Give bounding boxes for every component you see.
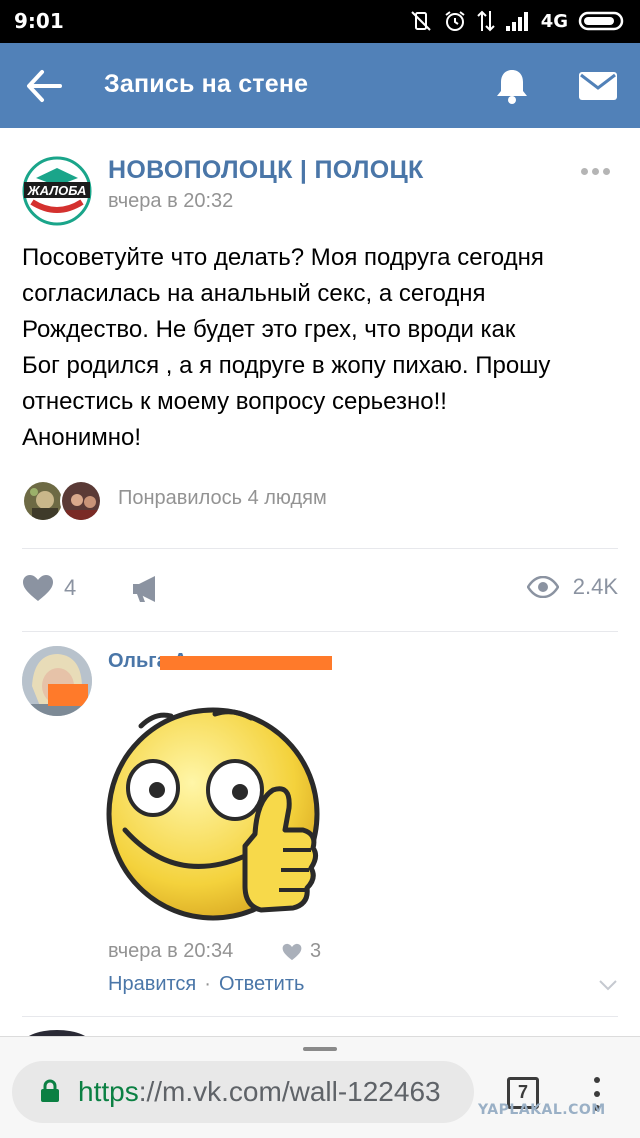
drag-handle[interactable] bbox=[303, 1047, 337, 1051]
status-bar: 9:01 4G bbox=[0, 0, 640, 43]
arrow-left-icon[interactable] bbox=[24, 67, 64, 105]
reply-link[interactable]: Ответить bbox=[219, 973, 305, 996]
comment-time: вчера в 20:34 bbox=[108, 940, 234, 962]
post-time: вчера в 20:32 bbox=[108, 190, 234, 212]
chevron-down-icon[interactable] bbox=[598, 978, 618, 992]
comment-likes: 3 bbox=[282, 940, 321, 963]
like-count: 4 bbox=[64, 575, 77, 600]
views-counter: 2.4K bbox=[526, 574, 618, 600]
network-type: 4G bbox=[540, 10, 568, 32]
vibrate-off-icon bbox=[410, 11, 431, 31]
comment: Ольга А вчера в 20:34 3 Нравится · Ответ… bbox=[0, 640, 640, 1020]
separator-dot: · bbox=[204, 973, 211, 995]
group-name[interactable]: НОВОПОЛОЦК | ПОЛОЦК bbox=[108, 156, 424, 185]
browser-toolbar: https://m.vk.com/wall-122463 7 bbox=[0, 1036, 640, 1138]
status-time: 9:01 bbox=[14, 9, 64, 33]
likes-summary[interactable]: Понравилось 4 людям bbox=[22, 478, 622, 524]
group-logo-text: ЖАЛОБА bbox=[27, 183, 87, 198]
page-title: Запись на стене bbox=[104, 70, 309, 98]
likes-summary-text: Понравилось 4 людям bbox=[118, 487, 327, 509]
eye-icon bbox=[526, 576, 559, 598]
liker-avatar bbox=[22, 480, 64, 522]
smiley-thumbs-up-sticker bbox=[106, 707, 320, 921]
redaction-bar bbox=[160, 656, 332, 670]
comment-like-link[interactable]: Нравится bbox=[108, 973, 196, 996]
screen: 9:01 4G Запись на стене ЖАЛОБА НОВОПОЛОЦ… bbox=[0, 0, 640, 1138]
app-header: Запись на стене bbox=[0, 43, 640, 128]
comment-actions: Нравится · Ответить bbox=[108, 973, 304, 996]
group-logo-icon: ЖАЛОБА bbox=[22, 156, 92, 226]
lock-icon bbox=[41, 1079, 59, 1102]
divider bbox=[22, 1016, 618, 1017]
more-options-icon[interactable] bbox=[581, 168, 610, 175]
bell-icon[interactable] bbox=[494, 67, 530, 105]
post-header: ЖАЛОБА НОВОПОЛОЦК | ПОЛОЦК вчера в 20:32 bbox=[0, 128, 640, 228]
liker-avatar bbox=[60, 480, 102, 522]
megaphone-icon[interactable] bbox=[130, 574, 164, 604]
address-bar[interactable]: https://m.vk.com/wall-122463 bbox=[12, 1061, 474, 1123]
url-text[interactable]: https://m.vk.com/wall-122463 bbox=[78, 1076, 468, 1108]
envelope-icon[interactable] bbox=[578, 71, 618, 101]
alarm-icon bbox=[445, 11, 465, 31]
url-path: ://m.vk.com/wall-122463 bbox=[138, 1076, 441, 1107]
divider bbox=[22, 548, 618, 549]
post-text: Посоветуйте что делать? Моя подруга сего… bbox=[22, 244, 551, 451]
like-button[interactable]: 4 bbox=[22, 574, 76, 602]
watermark: YAPLAKAL.COM bbox=[478, 1102, 606, 1118]
url-scheme: https bbox=[78, 1076, 139, 1107]
divider bbox=[22, 631, 618, 632]
heart-icon bbox=[282, 943, 302, 960]
battery-icon bbox=[578, 11, 624, 31]
heart-icon bbox=[23, 575, 53, 601]
post-actions: 4 2.4K bbox=[0, 560, 640, 620]
signal-icon bbox=[505, 12, 528, 31]
views-count: 2.4K bbox=[572, 574, 618, 599]
status-icons: 4G bbox=[409, 8, 628, 34]
comment-like-count: 3 bbox=[310, 940, 322, 962]
commenter-avatar[interactable] bbox=[22, 646, 92, 716]
data-transfer-icon bbox=[476, 10, 495, 32]
group-avatar[interactable]: ЖАЛОБА bbox=[22, 156, 92, 226]
